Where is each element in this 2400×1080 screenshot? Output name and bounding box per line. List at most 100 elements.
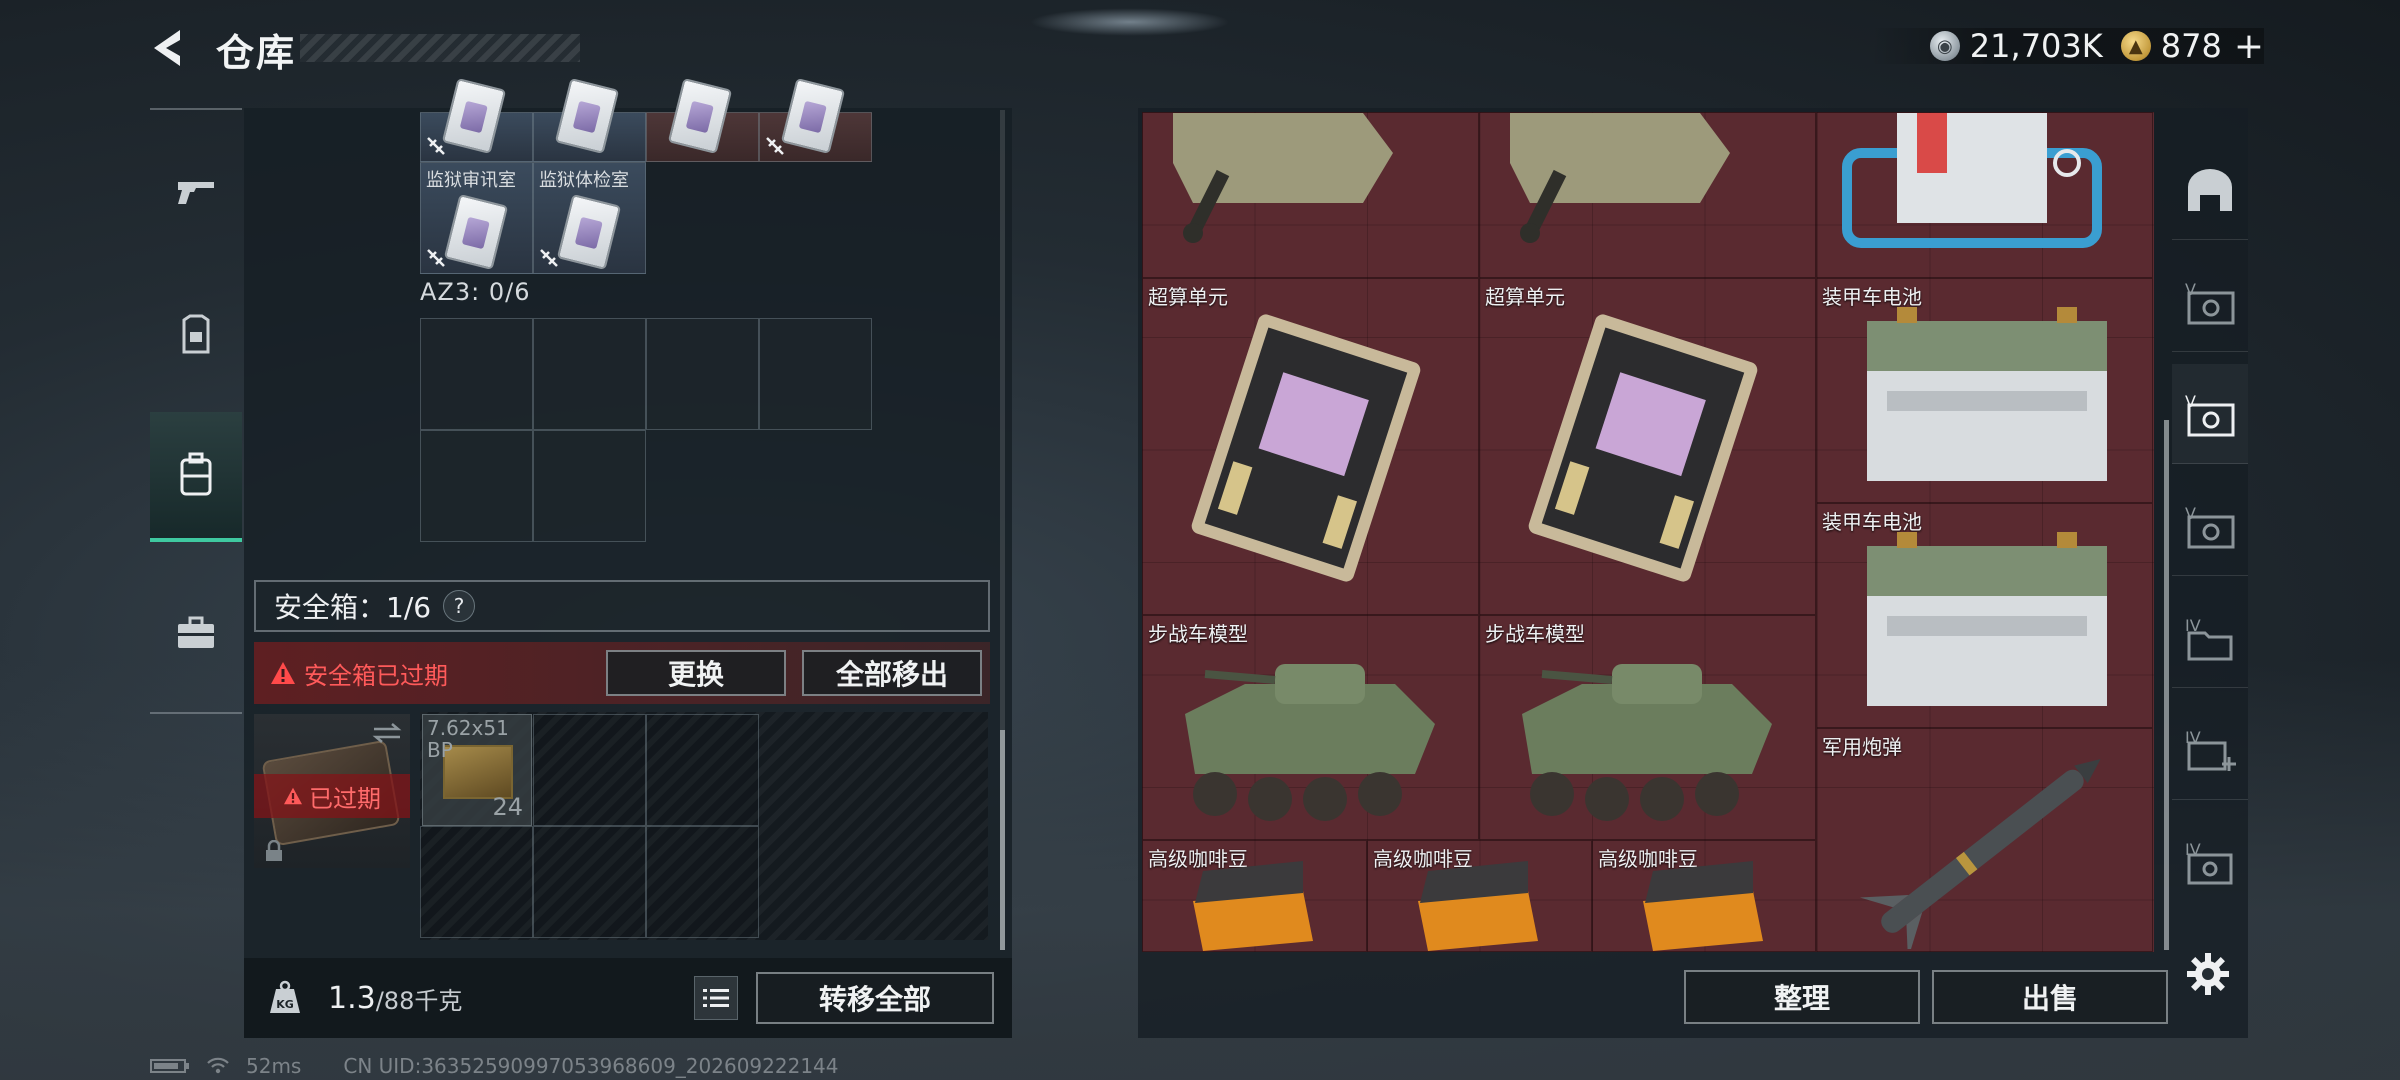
safe-case-slot[interactable]: 已过期	[254, 714, 410, 868]
unlinked-icon	[427, 249, 445, 267]
backpack-icon	[180, 452, 212, 496]
left-scrollbar-thumb[interactable]	[1000, 730, 1005, 950]
coffee-bag-art	[1643, 861, 1763, 951]
weight-value: 1.3	[328, 980, 376, 1016]
ifv-model-art	[1185, 664, 1435, 821]
list-view-button[interactable]	[694, 976, 738, 1020]
back-arrow-icon[interactable]	[148, 26, 190, 70]
svg-text:KG: KG	[276, 998, 294, 1011]
stash-tab-column: V V V IV IV IV	[2172, 140, 2248, 950]
keycard-cell[interactable]: 监狱审讯室	[420, 162, 533, 274]
empty-slot[interactable]	[533, 430, 646, 542]
stash-item[interactable]: 装甲车电池	[1816, 503, 2153, 728]
stash-item[interactable]: 超算单元	[1479, 278, 1816, 615]
weight-max: /88千克	[375, 986, 463, 1015]
armor-icon	[182, 314, 210, 354]
weight-kg-icon: KG	[270, 980, 300, 1013]
transfer-all-button[interactable]: 转移全部	[756, 972, 994, 1024]
battery-art	[1867, 307, 2107, 481]
stash-item[interactable]: 装甲车电池	[1816, 278, 2153, 503]
stash-tab-6[interactable]: IV	[2172, 700, 2248, 800]
stash-tab-1[interactable]	[2172, 140, 2248, 240]
swap-icon[interactable]	[372, 722, 402, 744]
stash-item[interactable]	[1142, 112, 1479, 278]
unlinked-icon	[766, 137, 784, 155]
empty-slot[interactable]	[759, 318, 872, 430]
empty-slot[interactable]	[420, 430, 533, 542]
keycard-art	[554, 77, 620, 155]
ammo-name: 7.62x51 BP	[427, 716, 509, 762]
battery-art	[1867, 532, 2107, 706]
briefcase-tab[interactable]	[150, 588, 242, 678]
settings-gear-icon[interactable]	[2186, 952, 2230, 996]
container-cell[interactable]	[759, 77, 872, 162]
helmet-icon	[2188, 168, 2232, 211]
replace-button[interactable]: 更换	[606, 650, 786, 696]
container-az3-label: AZ3: 0/6	[420, 278, 531, 306]
equipment-tab[interactable]	[150, 290, 242, 380]
item-label: 步战车模型	[1485, 622, 1585, 646]
circuit-board-art	[1528, 314, 1758, 582]
container-cell[interactable]	[533, 77, 646, 162]
stash-scrollbar[interactable]	[2164, 420, 2169, 950]
container-cell[interactable]	[420, 77, 533, 162]
silver-amount: 21,703K	[1969, 27, 2103, 65]
battery-icon	[150, 1059, 189, 1073]
keycard-cell[interactable]: 监狱体检室	[533, 162, 646, 274]
keycard-art	[441, 77, 507, 155]
empty-slot[interactable]	[646, 318, 759, 430]
page-title: 仓库	[216, 31, 297, 75]
uid-text: CN UID:36352590997053968609_202609222144	[343, 1054, 839, 1078]
sell-button[interactable]: 出售	[1932, 970, 2168, 1024]
empty-slot[interactable]	[420, 826, 533, 938]
item-label: 监狱体检室	[539, 170, 629, 191]
help-icon[interactable]: ?	[443, 590, 476, 622]
empty-slot[interactable]	[533, 318, 646, 430]
empty-slot[interactable]	[646, 714, 759, 826]
empty-slot[interactable]	[646, 826, 759, 938]
empty-slot[interactable]	[420, 318, 533, 430]
wifi-icon	[207, 1057, 229, 1074]
safe-box-label: 安全箱：1/6	[274, 591, 432, 624]
stash-item[interactable]: 高级咖啡豆	[1592, 840, 1816, 952]
backpack-tab[interactable]	[150, 412, 242, 542]
empty-slot[interactable]	[533, 714, 646, 826]
stash-item[interactable]	[1479, 112, 1816, 278]
stash-tab-7[interactable]: IV	[2172, 812, 2248, 912]
ping-text: 52ms	[246, 1054, 302, 1078]
stash-item[interactable]: 超算单元	[1142, 278, 1479, 615]
folder-iv-icon: IV	[2185, 616, 2233, 660]
keycard-art	[556, 193, 622, 271]
sort-button[interactable]: 整理	[1684, 970, 1920, 1024]
stash-tab-2[interactable]: V	[2172, 252, 2248, 352]
ammo-item[interactable]: 7.62x51 BP 24	[422, 714, 532, 826]
case-iv-plus-icon: IV	[2185, 728, 2236, 771]
move-all-out-button[interactable]: 全部移出	[802, 650, 982, 696]
empty-slot[interactable]	[533, 826, 646, 938]
currency-bar: ◉ 21,703K ▲ 878 +	[1869, 26, 2264, 67]
title-stripe	[300, 34, 580, 62]
case-v-icon: V	[2185, 280, 2235, 324]
stash-tab-4[interactable]: V	[2172, 476, 2248, 576]
safe-box-header: 安全箱：1/6 ?	[254, 580, 990, 632]
gold-amount: 878	[2160, 27, 2222, 65]
stash-tab-3[interactable]: V	[2172, 364, 2248, 464]
keycard-art	[780, 77, 846, 155]
silver-currency: ◉ 21,703K	[1929, 27, 2103, 65]
stash-item[interactable]	[1816, 112, 2153, 278]
machine-art	[1842, 113, 2102, 248]
stash-tab-5[interactable]: IV	[2172, 588, 2248, 688]
tank-model-art	[1173, 113, 1393, 243]
stash-item[interactable]: 高级咖啡豆	[1142, 840, 1367, 952]
container-cell[interactable]	[646, 77, 759, 162]
stash-item[interactable]: 高级咖啡豆	[1367, 840, 1592, 952]
stash-grid: 超算单元 超算单元 装甲车电池 装甲车电池 步战车模型 步战车模型 军用炮弹 高…	[1142, 112, 2154, 952]
stash-item[interactable]: 步战车模型	[1479, 615, 1816, 840]
weapon-tab[interactable]	[150, 146, 242, 236]
tank-model-art	[1510, 113, 1730, 243]
add-currency-button[interactable]: +	[2234, 26, 2264, 67]
gold-currency[interactable]: ▲ 878 +	[2120, 26, 2264, 67]
ceiling-light	[1030, 8, 1230, 36]
stash-item[interactable]: 军用炮弹	[1816, 728, 2153, 952]
stash-item[interactable]: 步战车模型	[1142, 615, 1479, 840]
